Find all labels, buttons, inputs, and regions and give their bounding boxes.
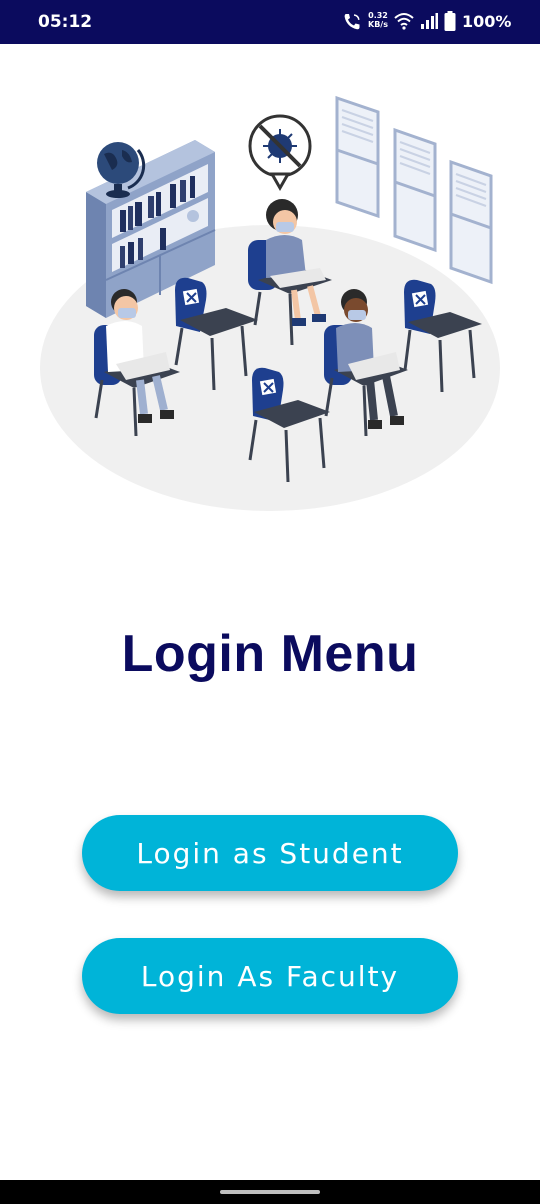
no-virus-icon [248,114,312,192]
page-title: Login Menu [121,625,419,683]
classroom-illustration [40,95,500,511]
battery-icon [444,11,456,31]
signal-icon [421,13,438,29]
call-icon [344,14,360,30]
network-speed: 0.32 KB/s [368,11,388,29]
home-gesture-handle[interactable] [220,1190,320,1194]
login-student-button[interactable]: Login as Student [82,815,458,891]
battery-percent: 100% [462,12,512,31]
status-bar: 05:12 0.32 KB/s 100% [0,0,540,44]
wifi-icon [394,13,414,30]
navigation-bar [0,1180,540,1204]
login-faculty-button[interactable]: Login As Faculty [82,938,458,1014]
status-time: 05:12 [38,12,93,32]
